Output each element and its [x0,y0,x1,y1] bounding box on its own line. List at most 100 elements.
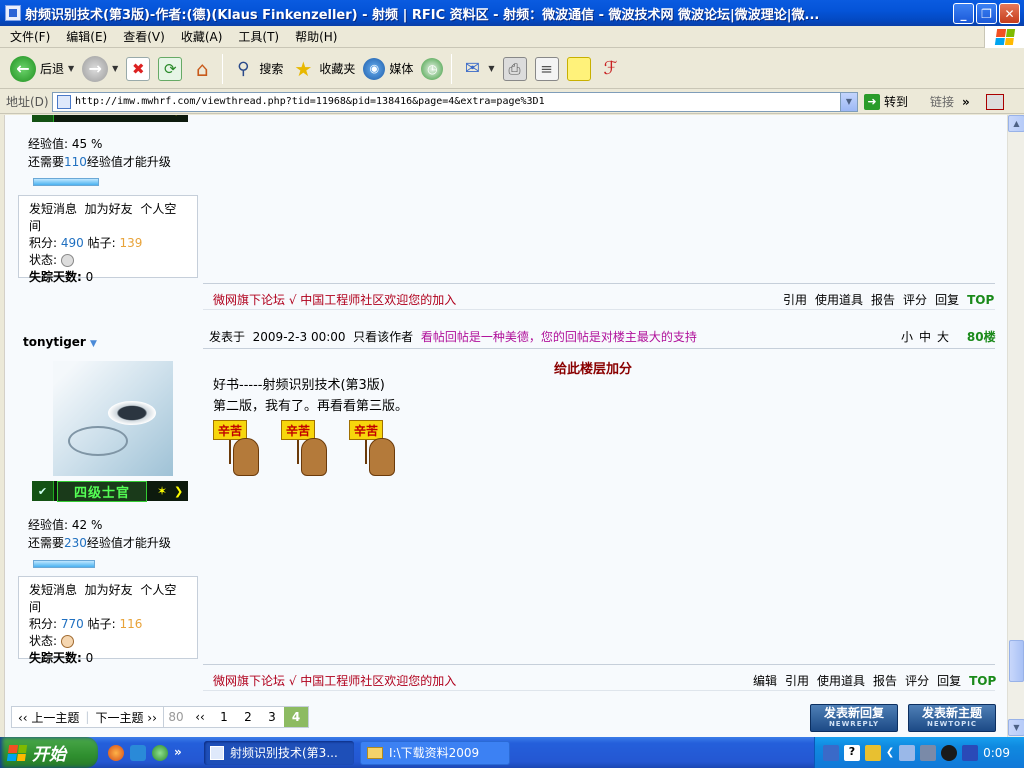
edit-link[interactable]: 编辑 [753,674,777,688]
scroll-down-button[interactable]: ▼ [1008,719,1024,736]
dropdown-arrow-icon[interactable]: ▼ [488,64,494,73]
top-link[interactable]: TOP [969,674,996,688]
prev-topic-link[interactable]: ‹‹ 上一主题 [12,709,85,726]
print-button[interactable]: ⎙ [499,52,531,86]
font-large-link[interactable]: 大 [937,330,949,344]
exp-needed-prefix: 还需要 [28,536,65,550]
stop-button[interactable]: ✖ [122,52,154,86]
menu-edit[interactable]: 编辑(E) [60,28,113,45]
chevron-right-icon: ❯ [174,484,184,498]
username-text[interactable]: tonytiger [23,335,86,349]
menu-favorites[interactable]: 收藏(A) [175,28,229,45]
page-link[interactable]: 1 [212,710,236,724]
links-toolbar-icon[interactable] [985,93,1004,110]
posts-value: 139 [119,236,143,250]
back-button[interactable]: ← 后退 ▼ [6,52,78,86]
signature-link[interactable]: 微网旗下论坛 √ 中国工程师社区欢迎您的加入 [213,672,456,689]
network-icon[interactable] [899,744,916,761]
next-topic-link[interactable]: 下一主题 ›› [89,709,162,726]
use-item-link[interactable]: 使用道具 [817,674,865,688]
new-topic-button[interactable]: 发表新主题 NEWTOPIC [908,704,996,732]
font-small-link[interactable]: 小 [901,330,913,344]
volume-icon[interactable] [920,744,937,761]
send-message-link[interactable]: 发短消息 [29,583,77,597]
menu-help[interactable]: 帮助(H) [289,28,343,45]
quote-link[interactable]: 引用 [783,293,807,307]
note-button[interactable] [563,52,595,86]
add-friend-link[interactable]: 加为好友 [85,202,133,216]
history-button[interactable]: ◷ [417,52,447,86]
new-reply-label: 发表新回复 [823,706,884,720]
address-dropdown-icon[interactable]: ▼ [840,92,857,111]
top-link[interactable]: TOP [967,293,994,307]
send-message-link[interactable]: 发短消息 [29,202,77,216]
font-medium-link[interactable]: 中 [919,330,931,344]
only-author-link[interactable]: 只看该作者 [353,330,413,344]
first-page-link[interactable]: ‹‹ [188,710,212,724]
keyboard-icon[interactable] [823,744,839,761]
firefox-icon[interactable] [108,744,124,761]
scroll-thumb[interactable] [1009,640,1024,682]
post-username[interactable]: tonytiger ▼ [23,335,97,349]
forward-button[interactable]: → ▼ [78,52,122,86]
start-button[interactable]: 开始 [0,737,98,768]
rate-link[interactable]: 评分 [905,674,929,688]
mail-button[interactable]: ✉ ▼ [456,52,498,86]
chevron-down-icon[interactable]: ▼ [90,339,97,349]
page-link[interactable]: 3 [260,710,284,724]
address-url[interactable]: http://imw.mwhrf.com/viewthread.php?tid=… [75,96,835,107]
start-label: 开始 [32,745,66,765]
missing-days: 失踪天数: 0 [29,650,187,667]
help-icon[interactable]: ? [843,744,860,761]
chevron-right-icon[interactable]: » [174,745,182,761]
post-header: 发表于 2009-2-3 00:00 只看该作者 看帖回帖是一种美德，您的回帖是… [209,328,697,345]
report-link[interactable]: 报告 [873,674,897,688]
chevron-left-icon[interactable]: ❮ [886,747,894,758]
go-button[interactable]: ➜ 转到 [864,93,924,110]
rank-badge: ✔ ✶ [32,115,188,122]
page-link[interactable]: 2 [236,710,260,724]
refresh-button[interactable]: ⟳ [154,52,186,86]
windows-logo [984,26,1024,48]
reply-link[interactable]: 回复 [937,674,961,688]
rate-floor-heading[interactable]: 给此楼层加分 [554,358,632,377]
player-icon[interactable] [962,744,979,761]
media-player-icon[interactable] [941,744,958,761]
search-button[interactable]: ⚲ 搜索 [227,52,287,86]
new-reply-button[interactable]: 发表新回复 NEWREPLY [810,704,898,732]
messenger-button[interactable]: ℱ [595,52,627,86]
media-button[interactable]: ◉ 媒体 [359,52,417,86]
hard-work-sign-emoticon: 辛苦 [349,420,397,478]
rate-link[interactable]: 评分 [903,293,927,307]
close-button[interactable]: ✕ [999,3,1020,24]
tray-app-icon[interactable] [864,744,881,761]
messenger-icon[interactable] [130,744,146,761]
minimize-button[interactable]: _ [953,3,974,24]
menu-view[interactable]: 查看(V) [117,28,171,45]
task-folder[interactable]: I:\下载资料2009 [360,740,510,765]
dropdown-arrow-icon[interactable]: ▼ [112,64,118,73]
favorites-button[interactable]: ★ 收藏夹 [287,52,359,86]
address-input[interactable]: http://imw.mwhrf.com/viewthread.php?tid=… [52,91,858,112]
menu-file[interactable]: 文件(F) [4,28,56,45]
signature-link[interactable]: 微网旗下论坛 √ 中国工程师社区欢迎您的加入 [213,291,456,308]
add-friend-link[interactable]: 加为好友 [85,583,133,597]
edit-button[interactable]: ≡ [531,52,563,86]
maximize-button[interactable]: ❐ [976,3,997,24]
home-button[interactable]: ⌂ [186,52,218,86]
menu-tools[interactable]: 工具(T) [232,28,285,45]
msn-icon[interactable] [152,744,168,761]
links-button[interactable]: 链接 [930,93,954,110]
report-link[interactable]: 报告 [871,293,895,307]
vertical-scrollbar[interactable]: ▲ ▼ [1007,115,1024,737]
post-body: 好书-----射频识别技术(第3版) 第二版，我有了。再看看第三版。 [213,375,408,417]
use-item-link[interactable]: 使用道具 [815,293,863,307]
title-bar[interactable]: 射频识别技术(第3版)-作者:(德)(Klaus Finkenzeller) -… [0,0,1024,26]
dropdown-arrow-icon[interactable]: ▼ [68,64,74,73]
reply-link[interactable]: 回复 [935,293,959,307]
posts-label: 帖子: [87,236,116,250]
scroll-up-button[interactable]: ▲ [1008,115,1024,132]
task-browser[interactable]: 射频识别技术(第3... [204,740,354,765]
quote-link[interactable]: 引用 [785,674,809,688]
chevron-right-icon[interactable]: » [962,95,970,109]
